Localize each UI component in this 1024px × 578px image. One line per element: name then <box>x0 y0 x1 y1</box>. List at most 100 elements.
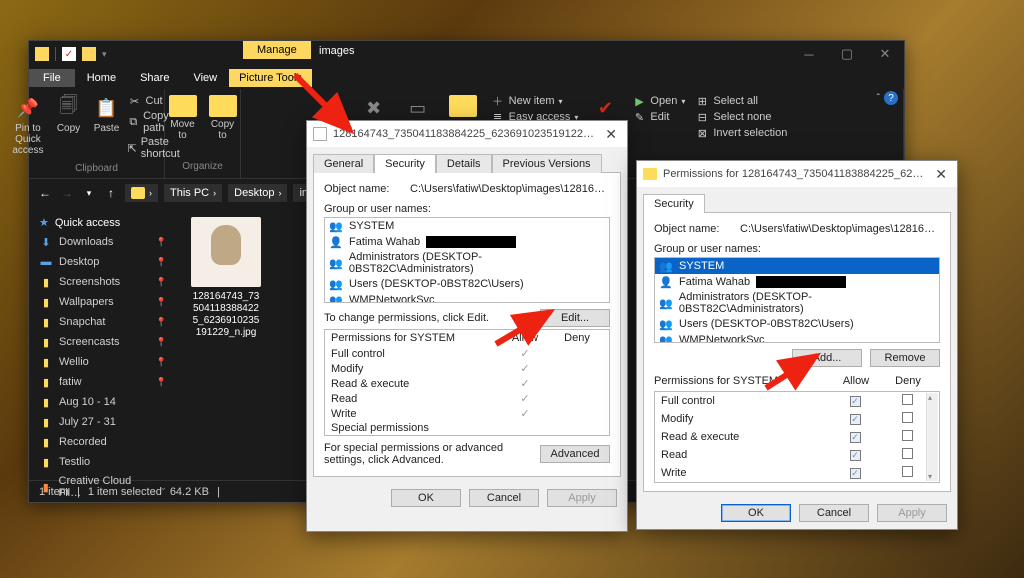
deny-checkbox[interactable] <box>902 430 913 441</box>
advanced-button[interactable]: Advanced <box>540 445 610 463</box>
nav-up-button[interactable]: ↑ <box>103 186 119 200</box>
advanced-note: For special permissions or advanced sett… <box>324 442 532 466</box>
breadcrumb[interactable]: This PC› <box>164 184 222 202</box>
sidebar-item[interactable]: ▮Aug 10 - 14 <box>29 392 177 412</box>
window-title: images <box>319 45 354 57</box>
list-item[interactable]: 👥WMPNetworkSvc <box>325 292 609 303</box>
apply-button[interactable]: Apply <box>877 504 947 522</box>
object-name-label: Object name: <box>654 223 732 235</box>
allow-checkbox[interactable]: ✓ <box>850 414 861 425</box>
sidebar-item[interactable]: ▮Wallpapers📍 <box>29 292 177 312</box>
nav-back-button[interactable]: ← <box>37 186 53 200</box>
select-none-button[interactable]: ⊟Select none <box>695 109 787 125</box>
deny-checkbox[interactable] <box>902 466 913 477</box>
tab-file[interactable]: File <box>29 69 75 87</box>
list-item[interactable]: 👥Users (DESKTOP-0BST82C\Users) <box>655 316 939 332</box>
copy-to-button[interactable]: Copy to <box>205 93 241 143</box>
manage-contextual-tab[interactable]: Manage <box>243 41 311 59</box>
add-button[interactable]: Add... <box>792 349 862 367</box>
breadcrumb[interactable]: Desktop› <box>228 184 287 202</box>
group-organize-label: Organize <box>182 159 223 174</box>
tab-general[interactable]: General <box>313 154 374 173</box>
sidebar-item[interactable]: ▮Screenshots📍 <box>29 272 177 292</box>
tab-previous-versions[interactable]: Previous Versions <box>492 154 602 173</box>
minimize-button[interactable]: ─ <box>790 41 828 67</box>
list-item[interactable]: 👥Administrators (DESKTOP-0BST82C\Adminis… <box>655 290 939 316</box>
change-permissions-label: To change permissions, click Edit. <box>324 312 489 324</box>
new-item-button[interactable]: ＋New item▾ <box>491 93 579 109</box>
breadcrumb-root[interactable]: › <box>125 184 158 202</box>
tab-picture-tools[interactable]: Picture Tools <box>229 69 312 87</box>
move-to-button[interactable]: Move to <box>165 93 201 143</box>
sidebar-item[interactable]: ▮July 27 - 31 <box>29 412 177 432</box>
deny-checkbox[interactable] <box>902 448 913 459</box>
remove-button[interactable]: Remove <box>870 349 940 367</box>
sidebar-item[interactable]: ⬇Downloads📍 <box>29 232 177 252</box>
cancel-button[interactable]: Cancel <box>469 489 539 507</box>
apply-button[interactable]: Apply <box>547 489 617 507</box>
list-item[interactable]: 👥SYSTEM <box>655 258 939 274</box>
invert-selection-button[interactable]: ⊠Invert selection <box>695 125 787 141</box>
folder-icon: ▮ <box>39 415 53 429</box>
tab-details[interactable]: Details <box>436 154 492 173</box>
sidebar-item[interactable]: ▮Wellio📍 <box>29 352 177 372</box>
file-item[interactable]: 128164743_735041183884225_62369102351912… <box>191 217 261 339</box>
tab-share[interactable]: Share <box>128 69 181 87</box>
help-icon[interactable]: ? <box>884 91 898 105</box>
open-button[interactable]: ▶Open▾ <box>632 93 685 109</box>
paste-button[interactable]: 📋 Paste <box>90 93 124 161</box>
select-all-button[interactable]: ⊞Select all <box>695 93 787 109</box>
invert-icon: ⊠ <box>695 126 709 140</box>
pin-icon: 📍 <box>156 357 167 368</box>
user-list[interactable]: 👥SYSTEM 👤Fatima Wahab 👥Administrators (D… <box>324 217 610 303</box>
sidebar-item[interactable]: ▬Desktop📍 <box>29 252 177 272</box>
deny-checkbox[interactable] <box>902 394 913 405</box>
close-button[interactable]: ✕ <box>931 166 951 183</box>
new-icon: ＋ <box>491 94 505 108</box>
maximize-button[interactable]: ▢ <box>828 41 866 67</box>
collapse-ribbon-icon[interactable]: ˆ <box>877 93 880 104</box>
tab-home[interactable]: Home <box>75 69 128 87</box>
edit-button[interactable]: Edit... <box>540 309 610 327</box>
allow-checkbox[interactable]: ✓ <box>850 396 861 407</box>
cancel-button[interactable]: Cancel <box>799 504 869 522</box>
tab-security[interactable]: Security <box>643 194 705 213</box>
deny-checkbox[interactable] <box>902 412 913 423</box>
list-item[interactable]: 👤Fatima Wahab <box>325 234 609 250</box>
sidebar-item[interactable]: ▮Recorded <box>29 432 177 452</box>
allow-checkbox[interactable]: ✓ <box>850 432 861 443</box>
close-button[interactable]: ✕ <box>601 126 621 143</box>
qat-check-icon[interactable]: ✓ <box>62 47 76 61</box>
sidebar-item[interactable]: ▮Screencasts📍 <box>29 332 177 352</box>
pin-to-quick-access[interactable]: 📌 Pin to Quick access <box>8 93 47 161</box>
sidebar-item[interactable]: ▮Testlio <box>29 452 177 472</box>
folder-icon: ▮ <box>39 335 53 349</box>
dialog-titlebar: Permissions for 128164743_73504118388422… <box>637 161 957 187</box>
list-item[interactable]: 👥WMPNetworkSvc <box>655 332 939 343</box>
qat-folder-icon[interactable] <box>82 47 96 61</box>
close-button[interactable]: ✕ <box>866 41 904 67</box>
edit-button[interactable]: ✎Edit <box>632 109 685 125</box>
scrollbar[interactable] <box>926 393 938 481</box>
list-item[interactable]: 👥Users (DESKTOP-0BST82C\Users) <box>325 276 609 292</box>
tab-view[interactable]: View <box>181 69 229 87</box>
list-item[interactable]: 👥Administrators (DESKTOP-0BST82C\Adminis… <box>325 250 609 276</box>
user-list[interactable]: 👥SYSTEM 👤Fatima Wahab 👥Administrators (D… <box>654 257 940 343</box>
sidebar-quick-access[interactable]: ★Quick access <box>29 213 177 232</box>
tab-security[interactable]: Security <box>374 154 436 173</box>
edit-icon: ✎ <box>632 110 646 124</box>
nav-forward-button[interactable]: → <box>59 186 75 200</box>
sidebar-item[interactable]: ▮fatiw📍 <box>29 372 177 392</box>
perm-row: Modify✓ <box>655 410 939 428</box>
allow-checkbox[interactable]: ✓ <box>850 468 861 479</box>
list-item[interactable]: 👤Fatima Wahab <box>655 274 939 290</box>
ok-button[interactable]: OK <box>721 504 791 522</box>
qat-dropdown-icon[interactable]: ▾ <box>102 49 107 60</box>
sidebar-item[interactable]: ▮Snapchat📍 <box>29 312 177 332</box>
copy-button[interactable]: 🗐 Copy <box>52 93 86 161</box>
nav-recent-button[interactable]: ▾ <box>81 188 97 199</box>
list-item[interactable]: 👥SYSTEM <box>325 218 609 234</box>
ok-button[interactable]: OK <box>391 489 461 507</box>
file-name-label: 128164743_735041183884225_62369102351912… <box>191 291 261 339</box>
allow-checkbox[interactable]: ✓ <box>850 450 861 461</box>
